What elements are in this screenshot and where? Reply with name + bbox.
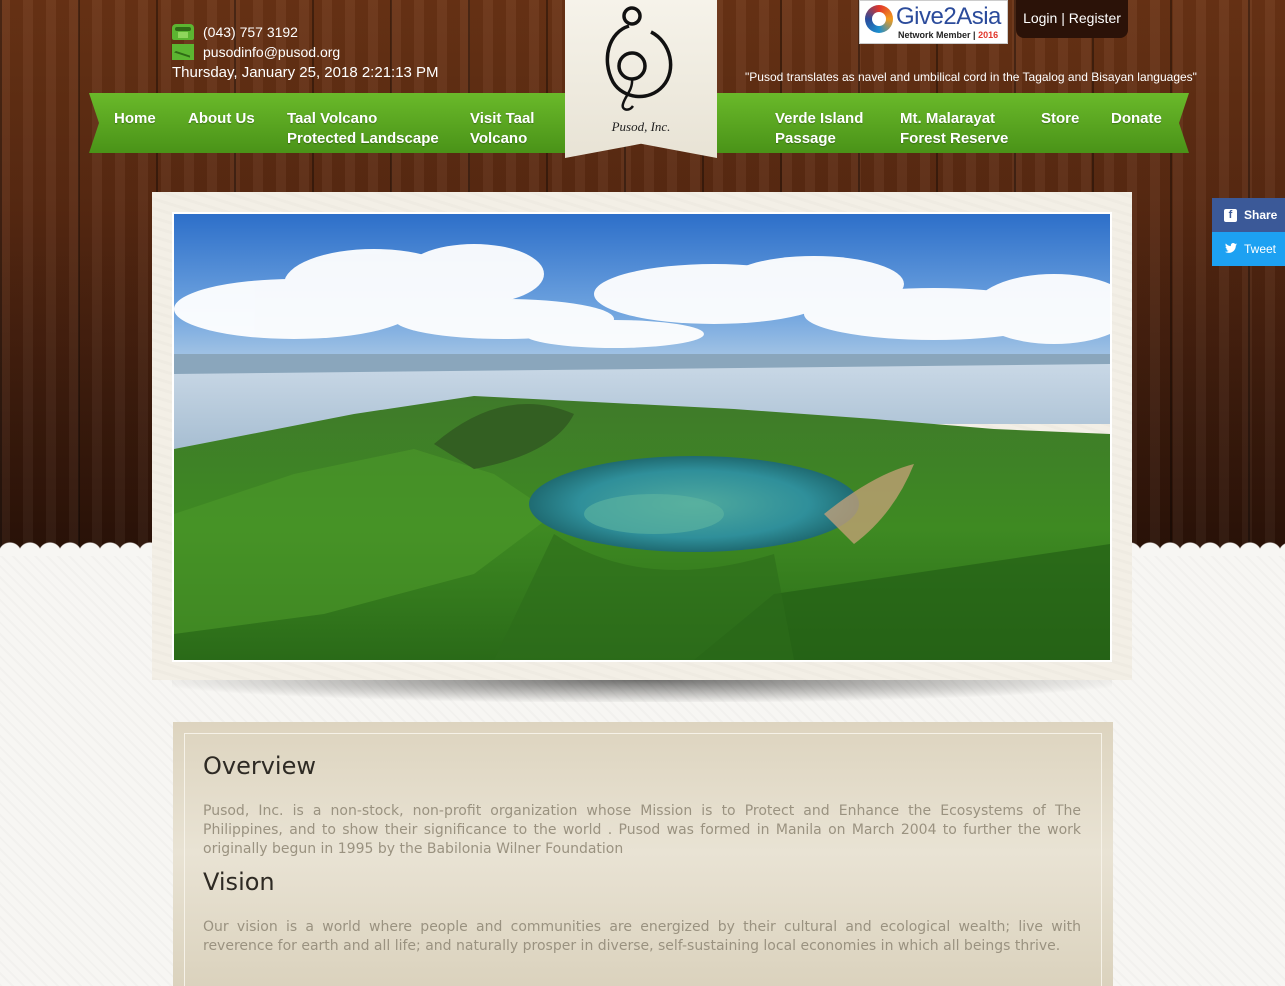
vision-text: Our vision is a world where people and c… (203, 919, 1081, 954)
network-year: 2016 (978, 30, 999, 40)
auth-separator: | (1057, 10, 1069, 26)
site-logo[interactable]: Pusod, Inc. (565, 0, 717, 158)
hero-shadow (172, 680, 1112, 702)
nav-visit-taal-volcano[interactable]: Visit Taal Volcano (470, 109, 534, 149)
register-link[interactable]: Register (1069, 10, 1121, 26)
email-address[interactable]: pusodinfo@pusod.org (203, 44, 340, 60)
phone-row: (043) 757 3192 (172, 22, 439, 42)
login-link[interactable]: Login (1023, 10, 1057, 26)
nav-verde-island-passage[interactable]: Verde Island Passage (775, 109, 863, 149)
facebook-share-button[interactable]: f Share (1212, 198, 1285, 232)
nav-visit-line1: Visit Taal (470, 110, 535, 127)
navel-logo-icon (605, 6, 673, 111)
nav-taal-volcano-protected-landscape[interactable]: Taal Volcano Protected Landscape (287, 109, 439, 149)
contact-info: (043) 757 3192 pusodinfo@pusod.org Thurs… (172, 22, 439, 82)
twitter-icon (1224, 242, 1237, 256)
twitter-tweet-button[interactable]: Tweet (1212, 232, 1285, 266)
nav-store[interactable]: Store (1041, 109, 1079, 129)
facebook-icon: f (1224, 208, 1237, 222)
logo-name: Pusod, Inc. (611, 119, 671, 134)
tagline: "Pusod translates as navel and umbilical… (745, 70, 1197, 84)
nav-malarayat-line2: Forest Reserve (900, 130, 1009, 147)
nav-donate[interactable]: Donate (1111, 109, 1162, 129)
give2asia-brand: Give2Asia (896, 3, 1001, 30)
give2asia-subtitle: Network Member | 2016 (898, 30, 999, 40)
nav-home[interactable]: Home (114, 109, 156, 129)
main-nav-right: Verde Island Passage Mt. Malarayat Fores… (717, 93, 1189, 153)
auth-links: Login | Register (1016, 0, 1128, 38)
nav-verde-line2: Passage (775, 130, 836, 147)
nav-taal-line2: Protected Landscape (287, 130, 439, 147)
twitter-tweet-label: Tweet (1244, 242, 1277, 256)
network-member-label: Network Member (898, 30, 971, 40)
overview-text: Pusod, Inc. is a non-stock, non-profit o… (203, 803, 1081, 857)
hero-image-taal-volcano (172, 212, 1112, 662)
nav-taal-line1: Taal Volcano (287, 110, 378, 127)
phone-number: (043) 757 3192 (203, 24, 298, 40)
nav-mt-malarayat-forest-reserve[interactable]: Mt. Malarayat Forest Reserve (900, 109, 1008, 149)
give2asia-logo-icon (865, 5, 893, 33)
envelope-icon (172, 44, 194, 60)
give2asia-badge[interactable]: Give2Asia Network Member | 2016 (859, 0, 1008, 44)
facebook-share-label: Share (1244, 208, 1278, 222)
nav-verde-line1: Verde Island (775, 110, 864, 127)
nav-malarayat-line1: Mt. Malarayat (900, 110, 996, 127)
social-share-bar: f Share Tweet (1212, 198, 1285, 266)
main-nav-left: Home About Us Taal Volcano Protected Lan… (89, 93, 565, 153)
overview-heading: Overview (203, 752, 316, 780)
current-datetime: Thursday, January 25, 2018 2:21:13 PM (172, 63, 439, 81)
phone-icon (172, 24, 194, 40)
vision-heading: Vision (203, 868, 275, 896)
nav-about-us[interactable]: About Us (188, 109, 255, 129)
nav-visit-line2: Volcano (470, 130, 528, 147)
email-row: pusodinfo@pusod.org (172, 42, 439, 62)
content-panel: Overview Pusod, Inc. is a non-stock, non… (173, 722, 1113, 986)
